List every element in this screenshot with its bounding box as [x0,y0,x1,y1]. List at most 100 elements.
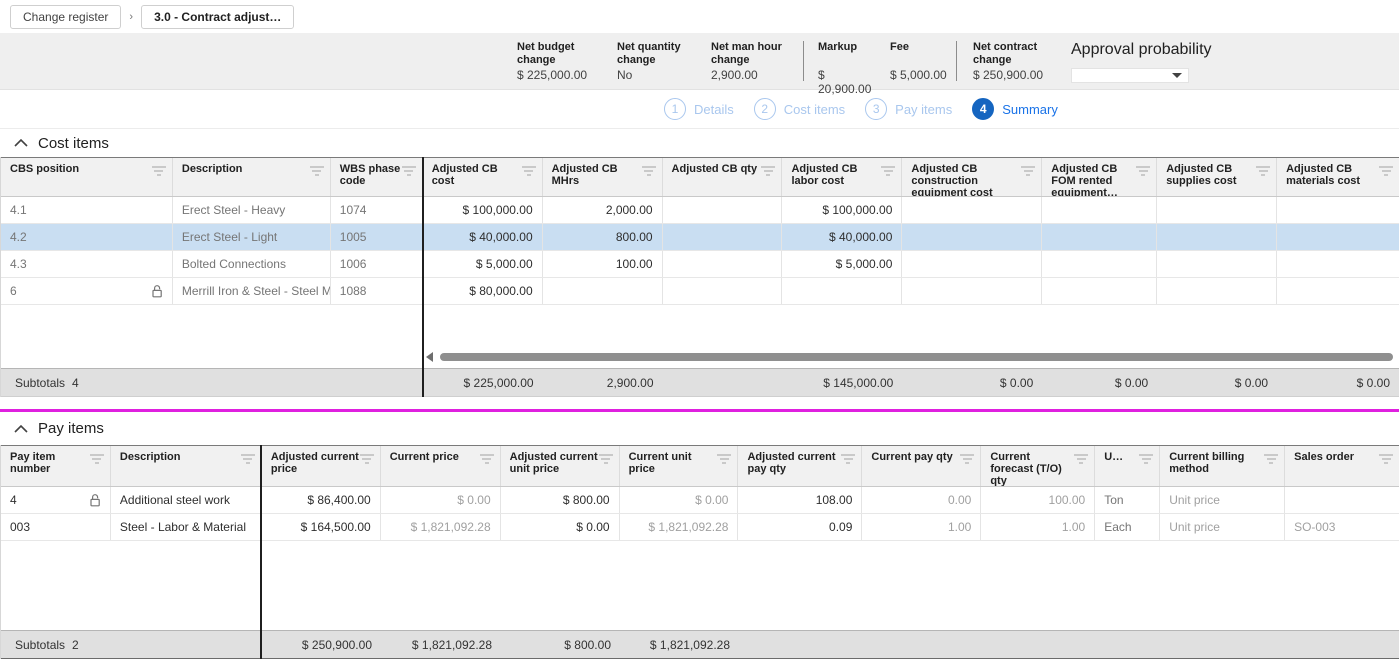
column-header-current-pay-qty[interactable]: Current pay qty [862,446,981,486]
cell-current-unit-price[interactable]: $ 0.00 [620,487,739,513]
column-header-current-forecast-to-qty[interactable]: Current forecast (T/O) qty [981,446,1095,486]
cell-adjusted-current-price[interactable]: $ 86,400.00 [262,487,381,513]
cell-adjusted-cb-cost[interactable]: $ 80,000.00 [423,278,543,304]
cell-description[interactable]: Erect Steel - Heavy [173,197,331,223]
column-header-adjusted-cb-mhrs[interactable]: Adjusted CB MHrs [543,158,663,196]
filter-icon[interactable] [480,454,494,466]
column-header-description[interactable]: Description [111,446,262,486]
filter-icon[interactable] [152,166,166,178]
column-header-cbs-position[interactable]: CBS position [1,158,173,196]
cell-current-price[interactable]: $ 1,821,092.28 [381,514,501,540]
cell-current-forecast-to-qty[interactable]: 100.00 [981,487,1095,513]
step-cost-items[interactable]: 2 Cost items [754,98,845,120]
cell-adjusted-cb-cost[interactable]: $ 100,000.00 [423,197,543,223]
step-summary-active[interactable]: 4 Summary [972,98,1058,120]
collapse-chevron-up-icon[interactable] [14,425,28,433]
column-header-adjusted-cb-cost[interactable]: Adjusted CB cost [423,158,543,196]
table-row[interactable]: 4.3 Bolted Connections 1006 $ 5,000.00 1… [1,251,1399,278]
filter-icon[interactable] [717,454,731,466]
filter-icon[interactable] [881,166,895,178]
cell-adjusted-current-pay-qty[interactable]: 108.00 [738,487,862,513]
breadcrumb-change-register-button[interactable]: Change register [10,5,121,29]
step-pay-items[interactable]: 3 Pay items [865,98,952,120]
table-row[interactable]: 4 Additional steel work $ 86,400.00 $ 0.… [1,487,1399,514]
cell-cbs-position[interactable]: 4.3 [1,251,173,277]
cell-description[interactable]: Merrill Iron & Steel - Steel M… [173,278,331,304]
cell-cbs-position[interactable]: 4.1 [1,197,173,223]
cell-current-billing-method[interactable]: Unit price [1160,487,1285,513]
column-header-sales-order[interactable]: Sales order [1285,446,1399,486]
cell-adjusted-cb-qty[interactable] [663,197,783,223]
column-header-adjusted-cb-qty[interactable]: Adjusted CB qty [663,158,783,196]
cell-adjusted-cb-fom-rented-equipment[interactable] [1042,251,1157,277]
cell-wbs-phase-code[interactable]: 1088 [331,278,423,304]
breadcrumb-contract-adjust-button[interactable]: 3.0 - Contract adjust… [141,5,294,29]
cell-description[interactable]: Additional steel work [111,487,262,513]
filter-icon[interactable] [310,166,324,178]
filter-icon[interactable] [1256,166,1270,178]
column-header-wbs-phase-code[interactable]: WBS phase code [331,158,423,196]
cell-adjusted-cb-fom-rented-equipment[interactable] [1042,224,1157,250]
cell-adjusted-cb-qty[interactable] [663,251,783,277]
filter-icon[interactable] [599,454,613,466]
filter-icon[interactable] [1379,166,1393,178]
collapse-chevron-up-icon[interactable] [14,139,28,147]
cell-adjusted-cb-construction-equipment-cost[interactable] [902,278,1042,304]
cell-adjusted-cb-materials-cost[interactable] [1277,197,1399,223]
cell-pay-item-number[interactable]: 003 [1,514,111,540]
column-header-adjusted-current-pay-qty[interactable]: Adjusted current pay qty [738,446,862,486]
cell-adjusted-cb-construction-equipment-cost[interactable] [902,251,1042,277]
cell-current-billing-method[interactable]: Unit price [1160,514,1285,540]
table-row[interactable]: 4.1 Erect Steel - Heavy 1074 $ 100,000.0… [1,197,1399,224]
cell-adjusted-cb-labor-cost[interactable] [782,278,902,304]
filter-icon[interactable] [1136,166,1150,178]
cell-adjusted-cb-supplies-cost[interactable] [1157,224,1277,250]
cell-description[interactable]: Bolted Connections [173,251,331,277]
filter-icon[interactable] [960,454,974,466]
scrollbar-thumb[interactable] [440,353,1393,361]
column-header-current-billing-method[interactable]: Current billing method [1160,446,1285,486]
cell-adjusted-cb-supplies-cost[interactable] [1157,251,1277,277]
cell-adjusted-cb-supplies-cost[interactable] [1157,197,1277,223]
filter-icon[interactable] [90,454,104,466]
table-row-selected[interactable]: 4.2 Erect Steel - Light 1005 $ 40,000.00… [1,224,1399,251]
cell-wbs-phase-code[interactable]: 1005 [331,224,423,250]
column-header-adjusted-cb-fom-rented-equipment[interactable]: Adjusted CB FOM rented equipment… [1042,158,1157,196]
cell-wbs-phase-code[interactable]: 1006 [331,251,423,277]
cell-uom[interactable]: Ton [1095,487,1160,513]
approval-probability-dropdown[interactable] [1071,68,1189,83]
cell-adjusted-cb-cost[interactable]: $ 5,000.00 [423,251,543,277]
cell-uom[interactable]: Each [1095,514,1160,540]
filter-icon[interactable] [642,166,656,178]
cell-adjusted-current-unit-price[interactable]: $ 800.00 [501,487,620,513]
column-header-adjusted-cb-construction-equipment-cost[interactable]: Adjusted CB construction equipment cost [902,158,1042,196]
filter-icon[interactable] [522,166,536,178]
cell-cbs-position[interactable]: 4.2 [1,224,173,250]
filter-icon[interactable] [360,454,374,466]
cell-wbs-phase-code[interactable]: 1074 [331,197,423,223]
cell-current-pay-qty[interactable]: 0.00 [862,487,981,513]
scroll-left-arrow-icon[interactable] [426,352,433,362]
column-header-current-unit-price[interactable]: Current unit price [620,446,739,486]
table-row[interactable]: 6 Merrill Iron & Steel - Steel M… 1088 $… [1,278,1399,305]
cell-adjusted-cb-qty[interactable] [663,224,783,250]
cell-adjusted-current-pay-qty[interactable]: 0.09 [738,514,862,540]
column-header-description[interactable]: Description [173,158,331,196]
cell-adjusted-cb-materials-cost[interactable] [1277,251,1399,277]
cell-current-unit-price[interactable]: $ 1,821,092.28 [620,514,739,540]
filter-icon[interactable] [1379,454,1393,466]
cell-adjusted-cb-labor-cost[interactable]: $ 100,000.00 [782,197,902,223]
horizontal-scrollbar[interactable] [426,352,1393,362]
cell-adjusted-cb-cost[interactable]: $ 40,000.00 [423,224,543,250]
cell-adjusted-cb-supplies-cost[interactable] [1157,278,1277,304]
cell-sales-order[interactable]: SO-003 [1285,514,1399,540]
table-row[interactable]: 003 Steel - Labor & Material $ 164,500.0… [1,514,1399,541]
cell-description[interactable]: Erect Steel - Light [173,224,331,250]
column-header-adjusted-current-unit-price[interactable]: Adjusted current unit price [501,446,620,486]
cell-sales-order[interactable] [1285,487,1399,513]
cell-pay-item-number[interactable]: 4 [1,487,111,513]
filter-icon[interactable] [241,454,255,466]
column-header-uom[interactable]: U… [1095,446,1160,486]
cell-current-pay-qty[interactable]: 1.00 [862,514,981,540]
cell-current-forecast-to-qty[interactable]: 1.00 [981,514,1095,540]
